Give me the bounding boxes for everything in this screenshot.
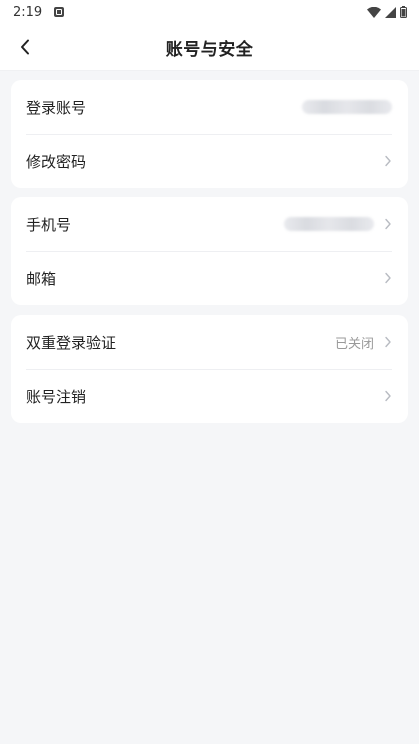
phone-value-redacted <box>284 217 374 231</box>
account-card: 登录账号 修改密码 <box>11 80 408 188</box>
app-header: 账号与安全 <box>0 24 419 70</box>
chevron-right-icon <box>385 336 391 348</box>
phone-label: 手机号 <box>26 215 72 234</box>
chevron-left-icon <box>21 39 29 55</box>
notification-icon <box>54 7 65 17</box>
phone-row[interactable]: 手机号 <box>11 197 408 251</box>
deactivate-account-label: 账号注销 <box>26 387 87 406</box>
status-time: 2:19 <box>13 4 43 20</box>
email-label: 邮箱 <box>26 269 57 288</box>
battery-icon <box>400 6 407 18</box>
security-card: 双重登录验证 已关闭 账号注销 <box>11 315 408 423</box>
change-password-label: 修改密码 <box>26 152 87 171</box>
deactivate-account-row[interactable]: 账号注销 <box>11 369 408 423</box>
chevron-right-icon <box>385 390 391 402</box>
two-factor-row[interactable]: 双重登录验证 已关闭 <box>11 315 408 369</box>
wifi-icon <box>367 6 381 18</box>
cellular-signal-icon <box>385 6 396 18</box>
chevron-right-icon <box>385 218 391 230</box>
header-divider <box>0 70 419 71</box>
back-button[interactable] <box>10 32 40 62</box>
status-bar: 2:19 <box>0 0 419 24</box>
login-account-label: 登录账号 <box>26 98 87 117</box>
two-factor-status: 已关闭 <box>334 336 374 352</box>
login-account-row[interactable]: 登录账号 <box>11 80 408 134</box>
chevron-right-icon <box>385 155 391 167</box>
email-row[interactable]: 邮箱 <box>11 251 408 305</box>
chevron-right-icon <box>385 272 391 284</box>
login-account-value-redacted <box>302 100 392 114</box>
contact-card: 手机号 邮箱 <box>11 197 408 305</box>
page-title: 账号与安全 <box>165 39 254 60</box>
two-factor-label: 双重登录验证 <box>26 333 117 352</box>
change-password-row[interactable]: 修改密码 <box>11 134 408 188</box>
